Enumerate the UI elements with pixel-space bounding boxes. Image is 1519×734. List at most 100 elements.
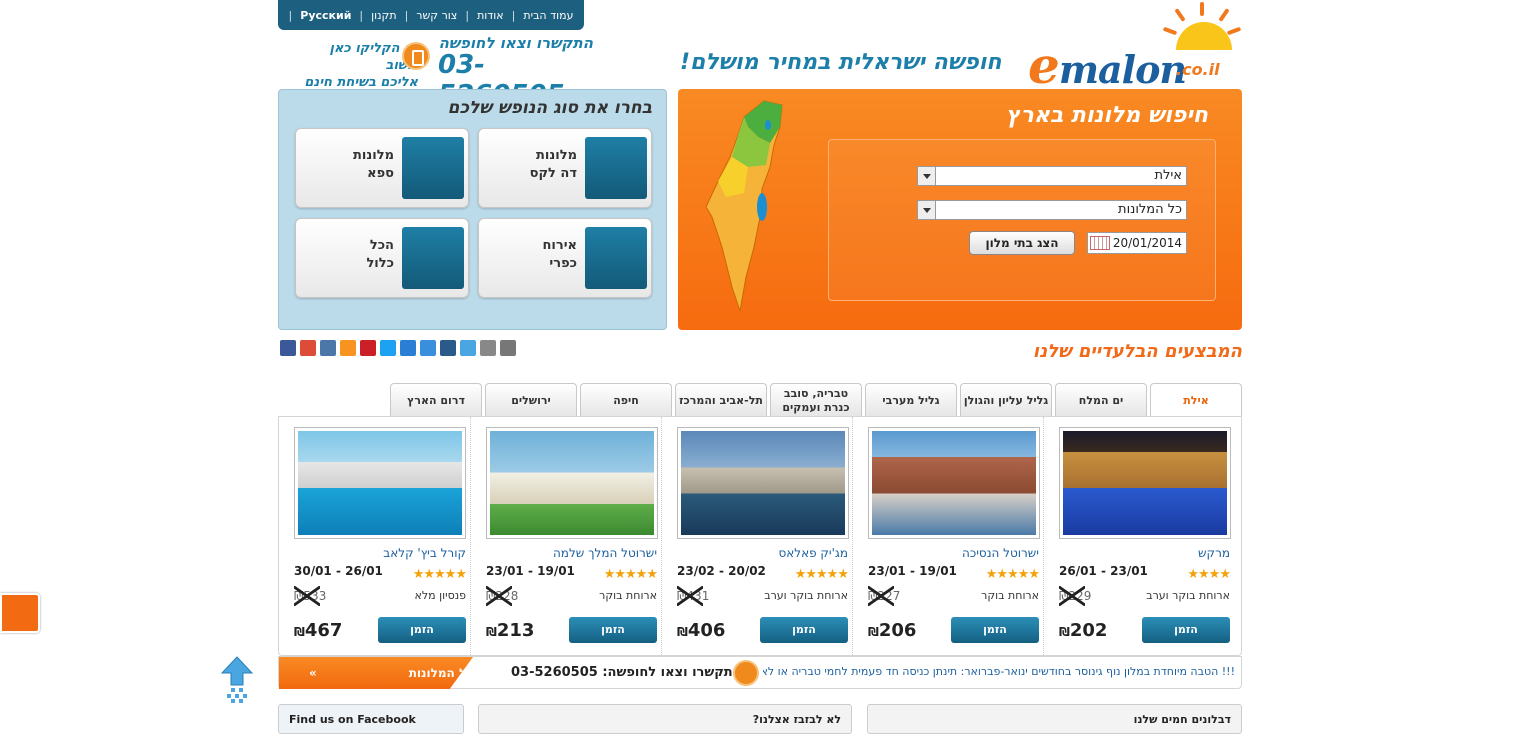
tab-haifa[interactable]: חיפה: [580, 383, 672, 417]
tab-western-galilee[interactable]: גליל מערבי: [865, 383, 957, 417]
hotel-card: ישרוטל המלך שלמה ★★★★★ 19/01 - 23/01 ארו…: [470, 417, 660, 657]
callback-link[interactable]: או הקליקו כאן ונשוב אליכם בשיחת חינם: [293, 40, 418, 91]
hotel-image[interactable]: [294, 427, 466, 539]
book-button[interactable]: הזמן: [760, 617, 848, 643]
delicious-icon[interactable]: [420, 340, 436, 356]
news-ticker[interactable]: !!! הטבה מיוחדת במלון נוף גינוסר בחודשים…: [763, 665, 1235, 678]
date-input[interactable]: 20/01/2014: [1087, 232, 1187, 254]
vk-icon[interactable]: [320, 340, 336, 356]
palm-tree-icon: [585, 227, 647, 289]
bar-call-text: התקשרו וצאו לחופשה: 03-5260505: [511, 665, 742, 680]
old-price: ₪227: [868, 586, 901, 606]
hotel-dates: 20/02 - 23/02: [677, 564, 766, 578]
hotel-offers: קורל ביץ' קלאב ★★★★★ 26/01 - 30/01 פנסיו…: [278, 416, 1242, 657]
hotel-image[interactable]: [677, 427, 849, 539]
israel-map[interactable]: [704, 97, 788, 317]
print-icon[interactable]: [480, 340, 496, 356]
vacation-types-panel: בחרו את סוג הנופש שלכם מלונות דה לקס מלו…: [278, 89, 667, 330]
hotel-name[interactable]: ישרוטל המלך שלמה: [553, 546, 657, 560]
site-logo[interactable]: emalon .co.il: [1028, 0, 1242, 95]
book-button[interactable]: הזמן: [378, 617, 466, 643]
tab-tiberias[interactable]: טבריה, סובב כנרת ועמקים: [770, 383, 862, 417]
book-button[interactable]: הזמן: [1142, 617, 1230, 643]
tab-tel-aviv[interactable]: תל-אביב והמרכז: [675, 383, 767, 417]
star-rating: ★★★★★: [985, 567, 1040, 582]
old-price: ₪229: [1059, 586, 1092, 606]
nav-russian[interactable]: Русский: [300, 9, 351, 22]
old-price: ₪533: [294, 586, 327, 606]
tab-south[interactable]: דרום הארץ: [390, 383, 482, 417]
odnoklassniki-icon[interactable]: [340, 340, 356, 356]
board-type: ארוחת בוקר וערב: [1146, 589, 1230, 602]
phone-block: או הקליקו כאן ונשוב אליכם בשיחת חינם התקש…: [278, 34, 598, 110]
hotel-image[interactable]: [486, 427, 658, 539]
tab-dead-sea[interactable]: ים המלח: [1055, 383, 1147, 417]
tab-jerusalem[interactable]: ירושלים: [485, 383, 577, 417]
tab-upper-galilee[interactable]: גליל עליון והגולן: [960, 383, 1052, 417]
board-type: פנסיון מלא: [414, 589, 466, 602]
type-spa[interactable]: מלונות ספא: [295, 128, 469, 208]
vacation-types-title: בחרו את סוג הנופש שלכם: [447, 98, 652, 118]
book-button[interactable]: הזמן: [951, 617, 1039, 643]
type-deluxe[interactable]: מלונות דה לקס: [478, 128, 652, 208]
book-button[interactable]: הזמן: [569, 617, 657, 643]
all-hotels-button[interactable]: » כל המלונות: [279, 657, 473, 689]
facebook-box[interactable]: Find us on Facebook: [278, 704, 464, 734]
phone-icon: [402, 42, 430, 70]
hotel-dates: 19/01 - 23/01: [486, 564, 575, 578]
hotel-name[interactable]: מרקש: [1198, 546, 1230, 560]
chevron-down-icon[interactable]: [918, 201, 936, 219]
info-bar: » כל המלונות התקשרו וצאו לחופשה: 03-52605…: [278, 656, 1242, 689]
feedback-tab[interactable]: [0, 593, 40, 633]
twitter-icon[interactable]: [380, 340, 396, 356]
bookmark-icon[interactable]: [400, 340, 416, 356]
spa-icon: [402, 137, 464, 199]
right-box: דבלונים חמים שלנו: [867, 704, 1242, 734]
share-icon[interactable]: [440, 340, 456, 356]
nav-about[interactable]: אודות: [477, 9, 504, 22]
board-type: ארוחת בוקר: [599, 589, 657, 602]
star-rating: ★★★★★: [412, 567, 467, 582]
old-price: ₪228: [486, 586, 519, 606]
price: ₪406: [677, 620, 726, 641]
email-icon[interactable]: [500, 340, 516, 356]
facebook-icon[interactable]: [280, 340, 296, 356]
nav-home[interactable]: עמוד הבית: [523, 9, 573, 22]
google-plus-icon[interactable]: [300, 340, 316, 356]
show-hotels-button[interactable]: הצג בתי מלון: [969, 231, 1075, 255]
hotel-select[interactable]: כל המלונות: [917, 200, 1187, 220]
hotel-name[interactable]: קורל ביץ' קלאב: [383, 546, 466, 560]
hotel-name[interactable]: ישרוטל הנסיכה: [962, 546, 1039, 560]
tab-eilat[interactable]: אילת: [1150, 383, 1242, 417]
hotel-image[interactable]: [868, 427, 1040, 539]
share-icons: [280, 340, 516, 356]
hotel-dates: 19/01 - 23/01: [868, 564, 957, 578]
scroll-top-icon[interactable]: [220, 655, 254, 703]
nav-terms[interactable]: תקנון: [371, 9, 396, 22]
calendar-icon[interactable]: [1090, 236, 1110, 250]
chevron-down-icon[interactable]: [918, 167, 936, 185]
city-select[interactable]: אילת: [917, 166, 1187, 186]
type-all-inclusive[interactable]: הכל כלול: [295, 218, 469, 298]
hotel-search-panel: חיפוש מלונות בארץ אילת כל המלונות 20/01/…: [678, 89, 1242, 330]
slogan: חופשה ישראלית במחיר מושלם!: [680, 50, 1002, 75]
region-tabs: אילת ים המלח גליל עליון והגולן גליל מערב…: [386, 383, 1242, 417]
hotel-card: מרקש ★★★★ 23/01 - 26/01 ארוחת בוקר וערב …: [1043, 417, 1233, 657]
price: ₪202: [1059, 620, 1108, 641]
offers-title: המבצעים הבלעדיים שלנו: [1032, 341, 1242, 362]
board-type: ארוחת בוקר וערב: [764, 589, 848, 602]
food-cloche-icon: [402, 227, 464, 289]
type-rural[interactable]: אירוח כפרי: [478, 218, 652, 298]
search-form: אילת כל המלונות 20/01/2014 הצג בתי מלון: [828, 139, 1216, 301]
hotel-dates: 26/01 - 30/01: [294, 564, 383, 578]
hotel-name[interactable]: מג'יק פאלאס: [778, 546, 848, 560]
nav-contact[interactable]: צור קשר: [416, 9, 457, 22]
settings-icon[interactable]: [460, 340, 476, 356]
star-rating: ★★★★: [1187, 567, 1231, 582]
hotel-image[interactable]: [1059, 427, 1231, 539]
pinterest-icon[interactable]: [360, 340, 376, 356]
star-rating: ★★★★★: [603, 567, 658, 582]
chevron-right-icon: »: [309, 666, 317, 680]
hotel-card: מג'יק פאלאס ★★★★★ 20/02 - 23/02 ארוחת בו…: [661, 417, 851, 657]
hotel-card: ישרוטל הנסיכה ★★★★★ 19/01 - 23/01 ארוחת …: [852, 417, 1042, 657]
